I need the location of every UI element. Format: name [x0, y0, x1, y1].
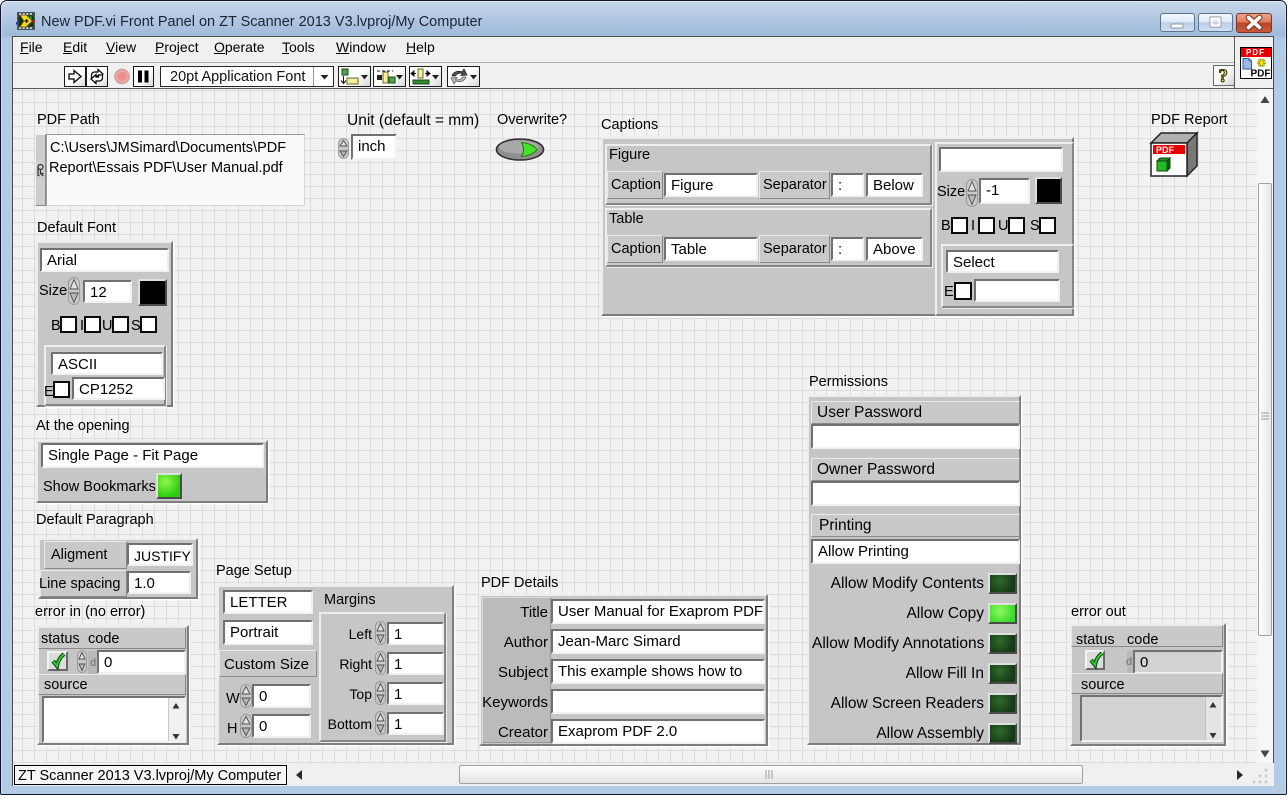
svg-text:PDF: PDF [1156, 145, 1175, 155]
svg-text:PDF: PDF [1251, 69, 1271, 79]
svg-text:?: ? [1219, 66, 1229, 86]
